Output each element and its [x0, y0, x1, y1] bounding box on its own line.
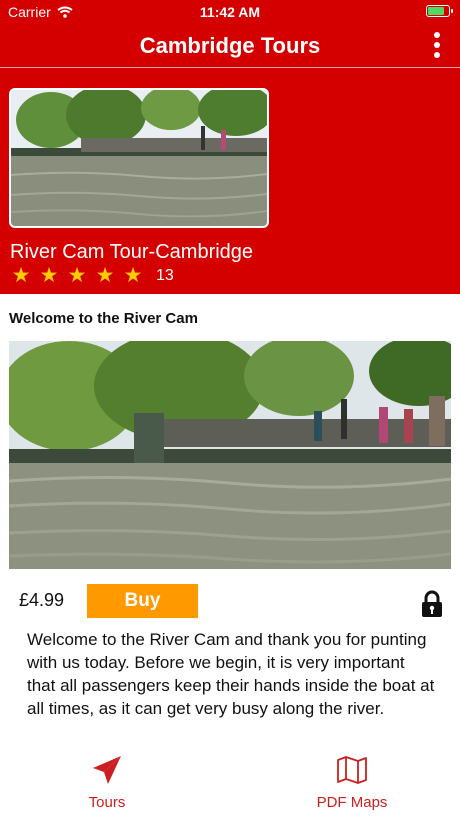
tab-pdf-maps-label: PDF Maps — [316, 794, 388, 811]
tab-bar: Tours PDF Maps — [0, 750, 460, 818]
buy-button[interactable]: Buy — [87, 584, 198, 618]
tour-description: Welcome to the River Cam and thank you f… — [27, 630, 435, 718]
section-title: Welcome to the River Cam — [9, 310, 198, 327]
main-photo — [9, 341, 451, 569]
price-label: £4.99 — [19, 590, 65, 610]
nav-bar: Cambridge Tours — [0, 24, 460, 68]
status-bar: Carrier 11:42 AM — [0, 0, 460, 24]
star-icon: ★ — [39, 264, 59, 287]
tour-thumbnail[interactable] — [9, 88, 269, 228]
map-icon — [337, 756, 367, 784]
review-count: 13 — [156, 266, 174, 284]
star-icon: ★ — [123, 264, 143, 287]
star-icon: ★ — [67, 264, 87, 287]
paper-plane-icon — [93, 756, 121, 784]
tour-header: River Cam Tour-Cambridge ★ ★ ★ ★ ★ 13 — [0, 68, 460, 294]
tab-tours[interactable]: Tours — [70, 754, 144, 811]
more-options-button[interactable] — [432, 32, 442, 58]
tour-rating: ★ ★ ★ ★ ★ 13 — [10, 265, 174, 286]
tab-pdf-maps[interactable]: PDF Maps — [300, 754, 404, 811]
battery-icon — [426, 5, 453, 17]
star-icon: ★ — [11, 264, 31, 287]
star-icon: ★ — [95, 264, 115, 287]
page-title: Cambridge Tours — [139, 33, 321, 58]
tour-title: River Cam Tour-Cambridge — [10, 241, 254, 263]
tab-tours-label: Tours — [88, 794, 126, 811]
lock-icon — [422, 590, 442, 617]
status-time: 11:42 AM — [199, 4, 261, 20]
